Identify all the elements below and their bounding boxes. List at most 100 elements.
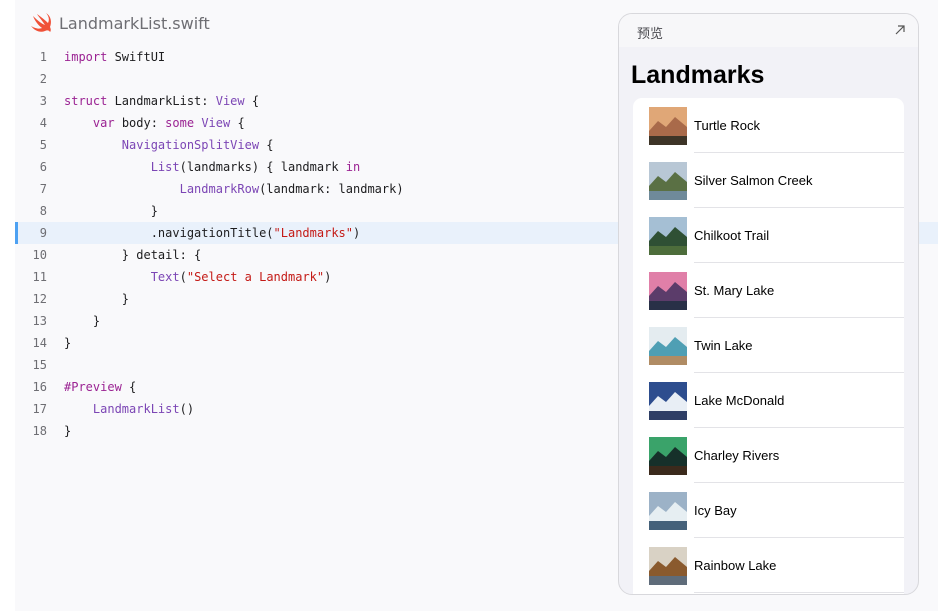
landmark-name: St. Mary Lake: [694, 283, 775, 298]
code-text: }: [64, 332, 71, 354]
code-text: Text("Select a Landmark"): [64, 266, 332, 288]
landmark-thumbnail: [649, 437, 687, 475]
landmark-thumbnail: [649, 547, 687, 585]
code-token: }: [64, 424, 72, 438]
code-token: (landmarks) { landmark: [179, 160, 346, 174]
preview-panel: 预览 Landmarks Turtle Rock Silver Salmon Cr…: [618, 13, 919, 595]
code-text: }: [64, 200, 158, 222]
landmark-thumbnail: [649, 382, 687, 420]
landmark-row[interactable]: Icy Bay: [633, 483, 904, 538]
line-number: 13: [32, 314, 47, 328]
code-text: NavigationSplitView {: [64, 134, 274, 156]
code-token: "Landmarks": [273, 226, 353, 240]
code-token: some: [165, 116, 195, 130]
landmark-row[interactable]: Silver Salmon Creek: [633, 153, 904, 208]
code-text: List(landmarks) { landmark in: [64, 156, 361, 178]
line-number: 18: [32, 424, 47, 438]
code-token: SwiftUI: [107, 50, 166, 64]
file-header: LandmarkList.swift: [30, 12, 210, 34]
code-token: ): [353, 226, 361, 240]
code-token: import: [64, 50, 108, 64]
landmark-row[interactable]: Chilkoot Trail: [633, 208, 904, 263]
line-number: 12: [32, 292, 47, 306]
code-token: var: [92, 116, 115, 130]
preview-label: 预览: [637, 27, 664, 42]
swift-logo-icon: [31, 13, 51, 32]
landmark-row[interactable]: Twin Lake: [633, 318, 904, 373]
line-number: 15: [32, 358, 47, 372]
line-number: 5: [39, 138, 47, 152]
code-token: }: [64, 204, 158, 218]
code-text: }: [64, 420, 71, 442]
code-text: .navigationTitle("Landmarks"): [64, 222, 361, 244]
code-token: }: [64, 292, 130, 306]
landmark-name: Chilkoot Trail: [694, 228, 770, 243]
landmark-row[interactable]: Charley Rivers: [633, 428, 904, 483]
landmark-name: Twin Lake: [694, 338, 753, 353]
code-token: LandmarkRow: [179, 182, 260, 196]
code-token: {: [121, 380, 137, 394]
landmark-name: Lake McDonald: [694, 393, 785, 408]
line-number: 11: [32, 270, 47, 284]
code-token: {: [259, 138, 274, 152]
code-token: (landmark: landmark): [259, 182, 404, 196]
expand-arrow-icon[interactable]: [894, 24, 906, 36]
landmark-list: Turtle Rock Silver Salmon Creek Chilkoot T…: [633, 98, 904, 594]
line-number: 1: [39, 50, 47, 64]
code-token: }: [64, 314, 101, 328]
code-text: import SwiftUI: [64, 46, 165, 68]
line-number: 8: [39, 204, 47, 218]
landmark-name: Charley Rivers: [694, 448, 780, 463]
landmark-row[interactable]: Rainbow Lake: [633, 538, 904, 593]
code-token: (): [179, 402, 195, 416]
code-token: Text: [150, 270, 180, 284]
code-token: "Select a Landmark": [186, 270, 325, 284]
navigation-title: Landmarks: [631, 61, 765, 89]
code-text: LandmarkList(): [64, 398, 194, 420]
code-token: LandmarkList: [92, 402, 180, 416]
line-number: 2: [39, 72, 47, 86]
landmark-name: Silver Salmon Creek: [694, 173, 813, 188]
code-token: in: [345, 160, 361, 174]
code-token: LandmarkList:: [107, 94, 216, 108]
line-number: 17: [32, 402, 47, 416]
landmark-name: Turtle Rock: [694, 118, 760, 133]
code-token: View: [201, 116, 231, 130]
code-text: } detail: {: [64, 244, 201, 266]
landmark-row[interactable]: Turtle Rock: [633, 98, 904, 153]
code-token: NavigationSplitView: [121, 138, 260, 152]
code-token: List: [150, 160, 180, 174]
landmark-thumbnail: [649, 327, 687, 365]
line-number: 14: [32, 336, 47, 350]
line-number: 3: [39, 94, 47, 108]
landmark-name: Rainbow Lake: [694, 558, 777, 573]
landmark-thumbnail: [649, 217, 687, 255]
code-text: #Preview {: [64, 376, 136, 398]
landmark-thumbnail: [649, 107, 687, 145]
code-token: {: [244, 94, 260, 108]
code-token: View: [215, 94, 245, 108]
line-number: 9: [39, 226, 47, 240]
code-token: {: [230, 116, 245, 130]
code-text: struct LandmarkList: View {: [64, 90, 259, 112]
code-token: ): [324, 270, 332, 284]
code-token: struct: [64, 94, 108, 108]
code-token: body:: [114, 116, 166, 130]
line-number: 16: [32, 380, 47, 394]
landmark-name: Icy Bay: [694, 503, 737, 518]
code-text: LandmarkRow(landmark: landmark): [64, 178, 404, 200]
line-number: 7: [39, 182, 47, 196]
line-number: 4: [39, 116, 47, 130]
preview-toolbar: 预览: [619, 14, 918, 47]
file-title: LandmarkList.swift: [59, 13, 210, 33]
landmark-row[interactable]: Lake McDonald: [633, 373, 904, 428]
landmark-thumbnail: [649, 492, 687, 530]
landmark-row[interactable]: St. Mary Lake: [633, 263, 904, 318]
landmark-thumbnail: [649, 162, 687, 200]
